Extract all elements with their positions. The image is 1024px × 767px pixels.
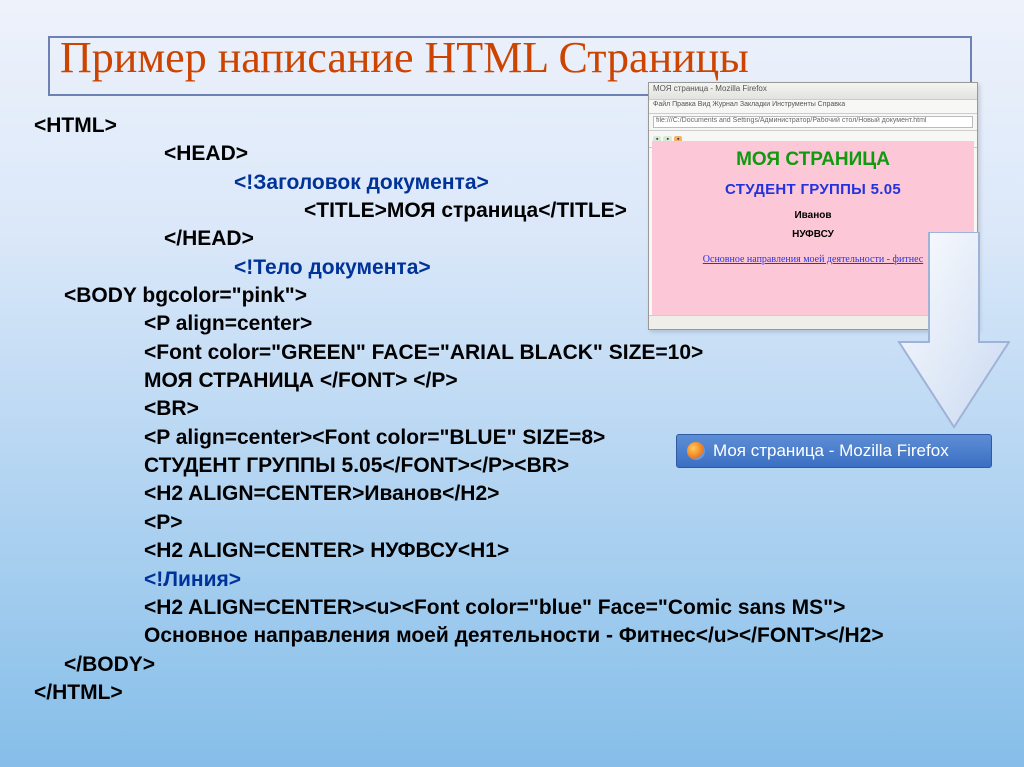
arrow-icon bbox=[878, 232, 1010, 432]
taskbar-button[interactable]: Моя страница - Mozilla Firefox bbox=[676, 434, 992, 468]
code-line: <BR> bbox=[34, 395, 984, 423]
code-line: <H2 ALIGN=CENTER><u><Font color="blue" F… bbox=[34, 594, 984, 622]
code-line: <Font color="GREEN" FACE="ARIAL BLACK" S… bbox=[34, 339, 984, 367]
page-text: Иванов bbox=[652, 210, 974, 221]
code-line: МОЯ СТРАНИЦА </FONT> </P> bbox=[34, 367, 984, 395]
taskbar-label: Моя страница - Mozilla Firefox bbox=[713, 441, 949, 461]
code-line: <!Линия> bbox=[34, 566, 984, 594]
slide-title: Пример написание HTML Страницы bbox=[60, 32, 749, 83]
code-line: </HTML> bbox=[34, 679, 984, 707]
firefox-icon bbox=[687, 442, 705, 460]
code-line: <P> bbox=[34, 509, 984, 537]
browser-url: file:///C:/Documents and Settings/Админи… bbox=[653, 116, 973, 128]
browser-menubar: Файл Правка Вид Журнал Закладки Инструме… bbox=[649, 100, 977, 114]
code-line: Основное направления моей деятельности -… bbox=[34, 622, 984, 650]
browser-addressbar: file:///C:/Documents and Settings/Админи… bbox=[649, 114, 977, 131]
code-line: <H2 ALIGN=CENTER>Иванов</H2> bbox=[34, 480, 984, 508]
browser-titlebar: МОЯ страница - Mozilla Firefox bbox=[649, 83, 977, 100]
page-subheading: СТУДЕНТ ГРУППЫ 5.05 bbox=[652, 181, 974, 198]
code-line: </BODY> bbox=[34, 651, 984, 679]
code-line: <H2 ALIGN=CENTER> НУФВСУ<H1> bbox=[34, 537, 984, 565]
page-heading: МОЯ СТРАНИЦА bbox=[652, 149, 974, 171]
